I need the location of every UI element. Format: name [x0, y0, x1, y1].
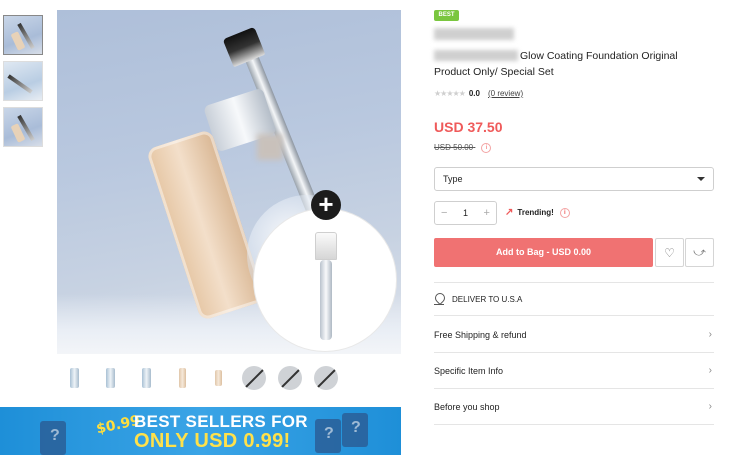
option-thumb[interactable] — [129, 366, 165, 390]
inset-brush-handle — [320, 260, 332, 340]
section-item-info[interactable]: Specific Item Info › — [434, 353, 714, 389]
type-select-label: Type — [443, 174, 463, 184]
rating-value: 0.0 — [468, 89, 480, 98]
banner-subheadline: ONLY USD 0.99! — [134, 430, 291, 452]
promo-banner[interactable]: ? ? ? $0.99 BEST SELLERS FOR ONLY USD 0.… — [0, 407, 401, 455]
info-icon[interactable]: i — [481, 143, 492, 153]
option-thumb[interactable] — [273, 366, 309, 390]
question-mark: ? — [351, 419, 361, 436]
wishlist-button[interactable]: ♡ — [655, 238, 684, 267]
star-icons: ★★★★★ — [434, 89, 466, 98]
main-product-image[interactable]: + — [57, 10, 401, 354]
original-price: USD 50.00 — [434, 143, 474, 153]
review-link[interactable]: (0 review) — [488, 89, 523, 98]
plus-icon[interactable]: + — [311, 190, 341, 220]
delivery-label: DELIVER TO U.S.A — [452, 294, 523, 304]
question-mark: ? — [324, 425, 334, 442]
tube-icon — [106, 368, 115, 388]
quantity-stepper[interactable]: − 1 + — [434, 201, 497, 225]
thumbnail-list — [3, 15, 43, 153]
tube-icon — [70, 368, 79, 388]
thumbnail-2[interactable] — [3, 61, 43, 101]
rating-row: ★★★★★ 0.0 (0 review) — [434, 89, 523, 98]
section-label: Free Shipping & refund — [434, 329, 527, 340]
sale-price: USD 37.50 — [434, 119, 503, 135]
plus-button[interactable]: + — [484, 207, 490, 219]
section-free-shipping[interactable]: Free Shipping & refund › — [434, 317, 714, 353]
option-thumbnails — [57, 366, 401, 390]
thumbnail-image — [4, 62, 42, 100]
option-thumb[interactable] — [165, 366, 201, 390]
minus-button[interactable]: − — [441, 207, 447, 219]
delivery-row[interactable]: DELIVER TO U.S.A — [434, 282, 714, 316]
option-thumb[interactable] — [201, 366, 237, 390]
chevron-right-icon: › — [708, 401, 712, 412]
product-title: Glow Coating Foundation Original Product… — [434, 50, 678, 78]
question-mark: ? — [50, 427, 60, 444]
share-icon: ⤻ — [693, 245, 706, 259]
bottle-icon — [179, 368, 186, 388]
type-select[interactable]: Type — [434, 167, 714, 191]
share-button[interactable]: ⤻ — [685, 238, 714, 267]
section-label: Specific Item Info — [434, 365, 504, 376]
section-label: Before you shop — [434, 401, 500, 412]
heart-icon: ♡ — [664, 245, 675, 260]
blurred-logo — [257, 134, 283, 160]
thumbnail-1[interactable] — [3, 15, 43, 55]
thumbnail-3[interactable] — [3, 107, 43, 147]
foundation-bottle — [145, 128, 267, 322]
quantity-value[interactable]: 1 — [463, 208, 468, 218]
tube-icon — [142, 368, 151, 388]
trending-arrow-icon: ↗ — [505, 207, 514, 218]
option-thumb[interactable] — [237, 366, 273, 390]
brush-circle-icon — [314, 366, 338, 390]
bottle-icon — [215, 370, 222, 386]
chevron-down-icon — [697, 177, 705, 181]
brush-circle-icon — [242, 366, 266, 390]
add-to-bag-button[interactable]: Add to Bag - USD 0.00 — [434, 238, 653, 267]
inset-brush-head — [315, 232, 337, 260]
location-pin-icon — [434, 293, 444, 305]
option-thumb[interactable] — [57, 366, 93, 390]
banner-headline: BEST SELLERS FOR — [134, 412, 308, 431]
info-icon[interactable]: i — [559, 207, 570, 218]
section-before-you-shop[interactable]: Before you shop › — [434, 389, 714, 425]
trending-label: Trending! — [517, 208, 554, 217]
brush-circle-icon — [278, 366, 302, 390]
best-badge: BEST — [434, 10, 459, 21]
brand-name-blurred — [434, 28, 514, 40]
chevron-right-icon: › — [708, 329, 712, 340]
trending-indicator: ↗ Trending! i — [505, 207, 570, 218]
chevron-right-icon: › — [708, 365, 712, 376]
option-thumb[interactable] — [309, 366, 345, 390]
original-price-row: USD 50.00 i — [434, 143, 492, 153]
option-thumb[interactable] — [93, 366, 129, 390]
